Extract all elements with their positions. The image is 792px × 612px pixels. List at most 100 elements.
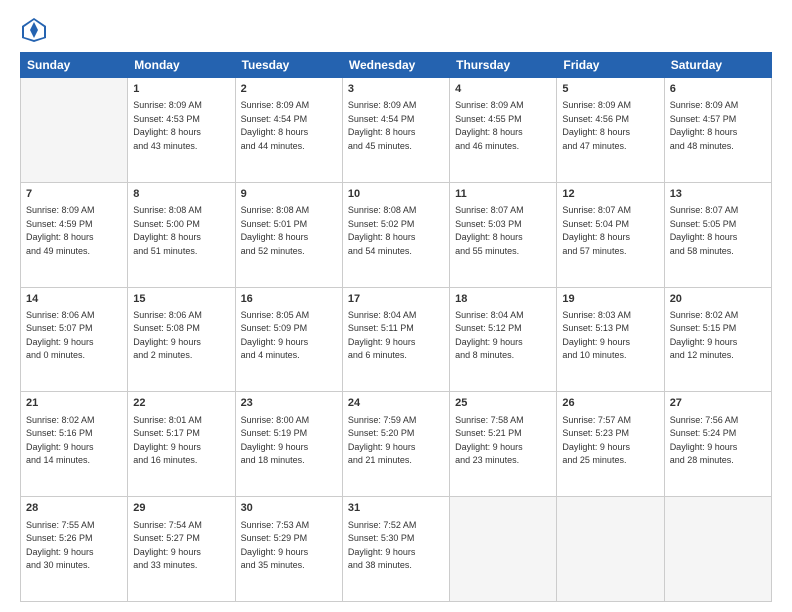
day-number: 15	[133, 292, 229, 307]
day-cell: 22Sunrise: 8:01 AM Sunset: 5:17 PM Dayli…	[128, 392, 235, 497]
day-number: 5	[562, 82, 658, 97]
day-number: 1	[133, 82, 229, 97]
week-row-3: 14 Sunrise: 8:06 AM Sunset: 5:07 PM Dayli…	[21, 287, 772, 392]
day-number: 19	[562, 292, 658, 307]
day-number: 13	[670, 187, 766, 202]
week-row-1: 1 Sunrise: 8:09 AM Sunset: 4:53 PM Daylig…	[21, 78, 772, 183]
day-number: 27	[670, 396, 766, 411]
day-number: 16	[241, 292, 337, 307]
day-info: Sunrise: 8:09 AM Sunset: 4:54 PM Dayligh…	[348, 99, 444, 153]
day-info: Sunrise: 8:00 AM Sunset: 5:19 PM Dayligh…	[241, 414, 337, 468]
day-cell: 7Sunrise: 8:09 AM Sunset: 4:59 PM Daylig…	[21, 182, 128, 287]
day-number: 20	[670, 292, 766, 307]
day-cell: 13 Sunrise: 8:07 AM Sunset: 5:05 PM Dayli…	[664, 182, 771, 287]
day-info: Sunrise: 8:01 AM Sunset: 5:17 PM Dayligh…	[133, 414, 229, 468]
day-info: Sunrise: 7:54 AM Sunset: 5:27 PM Dayligh…	[133, 519, 229, 573]
day-number: 4	[455, 82, 551, 97]
day-number: 3	[348, 82, 444, 97]
day-cell: 21 Sunrise: 8:02 AM Sunset: 5:16 PM Dayli…	[21, 392, 128, 497]
day-number: 24	[348, 396, 444, 411]
day-cell: 26Sunrise: 7:57 AM Sunset: 5:23 PM Dayli…	[557, 392, 664, 497]
day-info: Sunrise: 8:05 AM Sunset: 5:09 PM Dayligh…	[241, 309, 337, 363]
day-cell: 2 Sunrise: 8:09 AM Sunset: 4:54 PM Daylig…	[235, 78, 342, 183]
day-number: 6	[670, 82, 766, 97]
day-cell: 4 Sunrise: 8:09 AM Sunset: 4:55 PM Daylig…	[450, 78, 557, 183]
day-info: Sunrise: 7:59 AM Sunset: 5:20 PM Dayligh…	[348, 414, 444, 468]
day-info: Sunrise: 8:06 AM Sunset: 5:07 PM Dayligh…	[26, 309, 122, 363]
day-cell: 27 Sunrise: 7:56 AM Sunset: 5:24 PM Dayli…	[664, 392, 771, 497]
day-number: 18	[455, 292, 551, 307]
day-number: 31	[348, 501, 444, 516]
header	[20, 16, 772, 44]
day-number: 29	[133, 501, 229, 516]
day-cell: 20 Sunrise: 8:02 AM Sunset: 5:15 PM Dayli…	[664, 287, 771, 392]
day-header-friday: Friday	[557, 53, 664, 78]
logo-icon	[20, 16, 48, 44]
day-info: Sunrise: 7:58 AM Sunset: 5:21 PM Dayligh…	[455, 414, 551, 468]
day-cell: 8Sunrise: 8:08 AM Sunset: 5:00 PM Daylig…	[128, 182, 235, 287]
page: SundayMondayTuesdayWednesdayThursdayFrid…	[0, 0, 792, 612]
day-info: Sunrise: 7:52 AM Sunset: 5:30 PM Dayligh…	[348, 519, 444, 573]
day-info: Sunrise: 7:53 AM Sunset: 5:29 PM Dayligh…	[241, 519, 337, 573]
day-number: 30	[241, 501, 337, 516]
day-info: Sunrise: 8:09 AM Sunset: 4:57 PM Dayligh…	[670, 99, 766, 153]
day-info: Sunrise: 8:09 AM Sunset: 4:55 PM Dayligh…	[455, 99, 551, 153]
day-number: 23	[241, 396, 337, 411]
day-number: 9	[241, 187, 337, 202]
day-cell: 19 Sunrise: 8:03 AM Sunset: 5:13 PM Dayli…	[557, 287, 664, 392]
day-cell	[664, 497, 771, 602]
logo	[20, 16, 52, 44]
day-cell: 29 Sunrise: 7:54 AM Sunset: 5:27 PM Dayli…	[128, 497, 235, 602]
day-number: 25	[455, 396, 551, 411]
day-cell: 16 Sunrise: 8:05 AM Sunset: 5:09 PM Dayli…	[235, 287, 342, 392]
day-header-thursday: Thursday	[450, 53, 557, 78]
day-info: Sunrise: 8:08 AM Sunset: 5:02 PM Dayligh…	[348, 204, 444, 258]
day-info: Sunrise: 8:09 AM Sunset: 4:53 PM Dayligh…	[133, 99, 229, 153]
day-info: Sunrise: 8:09 AM Sunset: 4:54 PM Dayligh…	[241, 99, 337, 153]
day-info: Sunrise: 8:08 AM Sunset: 5:00 PM Dayligh…	[133, 204, 229, 258]
header-row: SundayMondayTuesdayWednesdayThursdayFrid…	[21, 53, 772, 78]
day-cell	[557, 497, 664, 602]
day-number: 26	[562, 396, 658, 411]
day-info: Sunrise: 8:07 AM Sunset: 5:04 PM Dayligh…	[562, 204, 658, 258]
day-cell: 23 Sunrise: 8:00 AM Sunset: 5:19 PM Dayli…	[235, 392, 342, 497]
day-number: 17	[348, 292, 444, 307]
day-info: Sunrise: 8:02 AM Sunset: 5:16 PM Dayligh…	[26, 414, 122, 468]
day-cell: 25 Sunrise: 7:58 AM Sunset: 5:21 PM Dayli…	[450, 392, 557, 497]
day-info: Sunrise: 8:04 AM Sunset: 5:12 PM Dayligh…	[455, 309, 551, 363]
day-info: Sunrise: 8:09 AM Sunset: 4:56 PM Dayligh…	[562, 99, 658, 153]
week-row-4: 21 Sunrise: 8:02 AM Sunset: 5:16 PM Dayli…	[21, 392, 772, 497]
day-info: Sunrise: 8:02 AM Sunset: 5:15 PM Dayligh…	[670, 309, 766, 363]
day-info: Sunrise: 8:04 AM Sunset: 5:11 PM Dayligh…	[348, 309, 444, 363]
day-header-saturday: Saturday	[664, 53, 771, 78]
day-cell: 14 Sunrise: 8:06 AM Sunset: 5:07 PM Dayli…	[21, 287, 128, 392]
day-number: 14	[26, 292, 122, 307]
day-number: 7	[26, 187, 122, 202]
day-info: Sunrise: 8:07 AM Sunset: 5:05 PM Dayligh…	[670, 204, 766, 258]
day-cell: 10 Sunrise: 8:08 AM Sunset: 5:02 PM Dayli…	[342, 182, 449, 287]
day-cell: 5 Sunrise: 8:09 AM Sunset: 4:56 PM Daylig…	[557, 78, 664, 183]
day-cell: 31 Sunrise: 7:52 AM Sunset: 5:30 PM Dayli…	[342, 497, 449, 602]
day-cell: 9Sunrise: 8:08 AM Sunset: 5:01 PM Daylig…	[235, 182, 342, 287]
day-info: Sunrise: 7:55 AM Sunset: 5:26 PM Dayligh…	[26, 519, 122, 573]
day-number: 12	[562, 187, 658, 202]
day-info: Sunrise: 8:06 AM Sunset: 5:08 PM Dayligh…	[133, 309, 229, 363]
day-header-monday: Monday	[128, 53, 235, 78]
day-number: 10	[348, 187, 444, 202]
day-info: Sunrise: 7:56 AM Sunset: 5:24 PM Dayligh…	[670, 414, 766, 468]
calendar-table: SundayMondayTuesdayWednesdayThursdayFrid…	[20, 52, 772, 602]
day-info: Sunrise: 8:07 AM Sunset: 5:03 PM Dayligh…	[455, 204, 551, 258]
day-header-wednesday: Wednesday	[342, 53, 449, 78]
day-cell: 18 Sunrise: 8:04 AM Sunset: 5:12 PM Dayli…	[450, 287, 557, 392]
day-cell: 6 Sunrise: 8:09 AM Sunset: 4:57 PM Daylig…	[664, 78, 771, 183]
week-row-5: 28Sunrise: 7:55 AM Sunset: 5:26 PM Dayli…	[21, 497, 772, 602]
day-number: 21	[26, 396, 122, 411]
day-cell: 15 Sunrise: 8:06 AM Sunset: 5:08 PM Dayli…	[128, 287, 235, 392]
day-header-tuesday: Tuesday	[235, 53, 342, 78]
day-number: 2	[241, 82, 337, 97]
day-cell: 3 Sunrise: 8:09 AM Sunset: 4:54 PM Daylig…	[342, 78, 449, 183]
day-cell: 11Sunrise: 8:07 AM Sunset: 5:03 PM Dayli…	[450, 182, 557, 287]
day-cell	[450, 497, 557, 602]
day-info: Sunrise: 8:03 AM Sunset: 5:13 PM Dayligh…	[562, 309, 658, 363]
day-header-sunday: Sunday	[21, 53, 128, 78]
